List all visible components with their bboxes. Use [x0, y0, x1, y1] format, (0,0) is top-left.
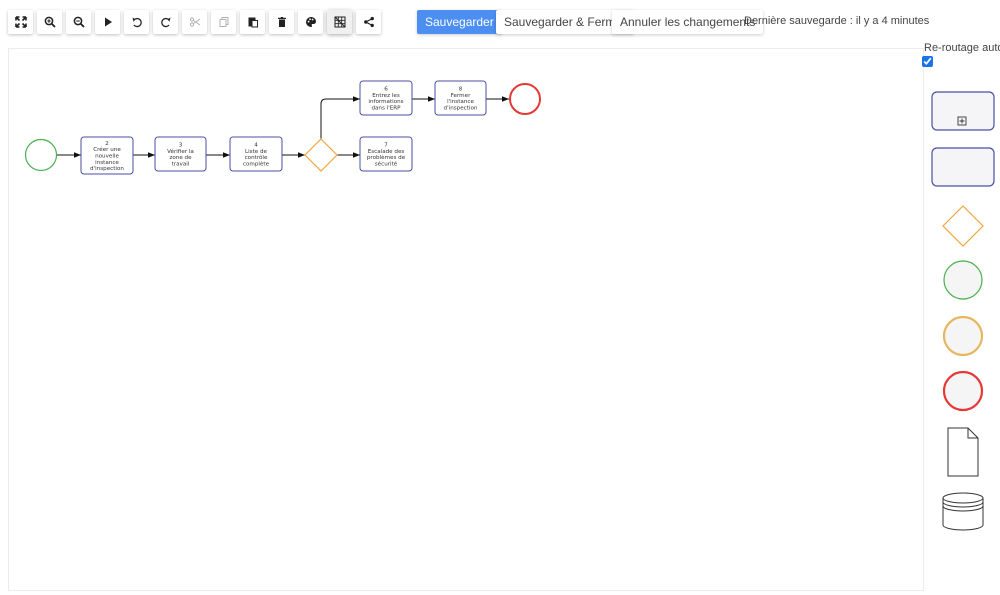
zoom-out-button[interactable] — [66, 10, 91, 34]
task-t6[interactable]: 6Entrez lesinformationsdans l'ERP — [359, 80, 413, 116]
undo-icon — [132, 17, 142, 28]
palette-item-intermediate-event[interactable] — [926, 315, 1000, 357]
task-label-line: complète — [243, 160, 270, 167]
redo-button[interactable] — [153, 10, 178, 34]
palette-item-end-event[interactable] — [926, 370, 1000, 412]
palette-item-data-object[interactable] — [926, 427, 1000, 477]
fit-screen-button[interactable] — [8, 10, 33, 34]
exclusive-gateway[interactable] — [304, 138, 338, 172]
tasks-layer: 2Créer unenouvelleinstanced'inspection3V… — [80, 80, 487, 175]
end-event[interactable] — [509, 83, 541, 115]
task-t4[interactable]: 4Liste decontrôlecomplète — [229, 136, 283, 172]
palette-item-data-store[interactable] — [926, 492, 1000, 532]
grid-toggle-button[interactable] — [327, 10, 352, 34]
palette-icon — [305, 17, 316, 27]
end-event-icon — [942, 370, 984, 412]
task-label-line: Liste de — [245, 149, 268, 155]
copy-button[interactable] — [211, 10, 236, 34]
subprocess-icon — [931, 91, 995, 131]
palette-item-gateway[interactable] — [926, 204, 1000, 248]
paste-icon — [248, 17, 258, 28]
cut-button[interactable] — [182, 10, 207, 34]
zoom-in-icon — [44, 16, 56, 28]
task-label-line: travail — [172, 161, 190, 167]
task-icon — [931, 147, 995, 187]
task-label-line: Vérifier la — [167, 148, 194, 155]
task-label-line: Escalade des — [368, 149, 405, 155]
share-button[interactable] — [356, 10, 381, 34]
undo-button[interactable] — [124, 10, 149, 34]
grid-icon — [334, 16, 345, 28]
share-icon — [363, 16, 374, 28]
database-icon — [942, 492, 984, 531]
save-button[interactable]: Sauvegarder — [417, 10, 502, 34]
task-label-line: 6 — [384, 87, 388, 93]
task-label-line: 8 — [459, 87, 463, 93]
auto-reroute-label: Re-routage auto. — [924, 42, 1000, 54]
cancel-changes-button[interactable]: Annuler les changements — [612, 10, 764, 34]
task-label-line: 7 — [384, 143, 388, 149]
paste-button[interactable] — [240, 10, 265, 34]
task-label-line: sécurité — [375, 160, 398, 167]
toolbar — [8, 10, 381, 34]
redo-icon — [160, 17, 170, 28]
task-label-line: zone de — [169, 155, 192, 161]
task-t7[interactable]: 7Escalade desproblèmes desécurité — [359, 136, 413, 172]
task-label-line: nouvelle — [95, 154, 119, 160]
auto-reroute-checkbox[interactable] — [922, 56, 933, 67]
task-label-line: 4 — [254, 143, 258, 149]
zoom-out-icon — [73, 16, 85, 28]
start-event[interactable] — [24, 138, 58, 172]
palette-item-task[interactable] — [926, 147, 1000, 187]
shape-palette — [926, 80, 1000, 560]
task-t8[interactable]: 8Fermerl'instanced'inspection — [434, 80, 487, 116]
task-label-line: l'instance — [447, 99, 474, 105]
color-palette-button[interactable] — [298, 10, 323, 34]
task-label-line: Entrez les — [372, 93, 400, 99]
delete-button[interactable] — [269, 10, 294, 34]
task-label-line: d'inspection — [90, 166, 124, 172]
play-icon — [104, 17, 112, 27]
palette-item-start-event[interactable] — [926, 259, 1000, 301]
run-button[interactable] — [95, 10, 120, 34]
task-label-line: problèmes de — [367, 154, 406, 161]
start-event-icon — [943, 260, 983, 300]
task-label-line: Fermer — [451, 93, 471, 99]
intermediate-event-icon — [942, 315, 984, 357]
bpmn-diagram: 2Créer unenouvelleinstanced'inspection3V… — [24, 80, 541, 175]
task-label-line: contrôle — [245, 154, 268, 161]
fullscreen-icon — [14, 16, 27, 28]
gateway-icon — [942, 205, 984, 247]
last-save-status: Dernière sauvegarde : il y a 4 minutes — [744, 15, 930, 27]
task-label-line: 2 — [105, 141, 109, 147]
scissors-icon — [189, 17, 200, 27]
zoom-in-button[interactable] — [37, 10, 62, 34]
flow-gateway-t6[interactable] — [320, 96, 360, 139]
trash-icon — [277, 17, 286, 27]
task-label-line: instance — [95, 160, 119, 166]
document-icon — [947, 427, 979, 477]
task-label-line: informations — [368, 99, 403, 105]
task-label-line: 3 — [179, 143, 183, 149]
task-label-line: d'inspection — [444, 105, 478, 111]
diagram-canvas[interactable]: 2 Créer une nouvelle instance d'inspection 3 V… — [8, 48, 924, 591]
palette-item-subprocess[interactable] — [926, 91, 1000, 131]
task-label-line: dans l'ERP — [371, 105, 401, 111]
task-t2[interactable]: 2Créer unenouvelleinstanced'inspection — [80, 136, 134, 175]
copy-icon — [219, 17, 228, 27]
task-label-line: Créer une — [93, 146, 121, 153]
task-t3[interactable]: 3Vérifier lazone detravail — [154, 136, 207, 172]
